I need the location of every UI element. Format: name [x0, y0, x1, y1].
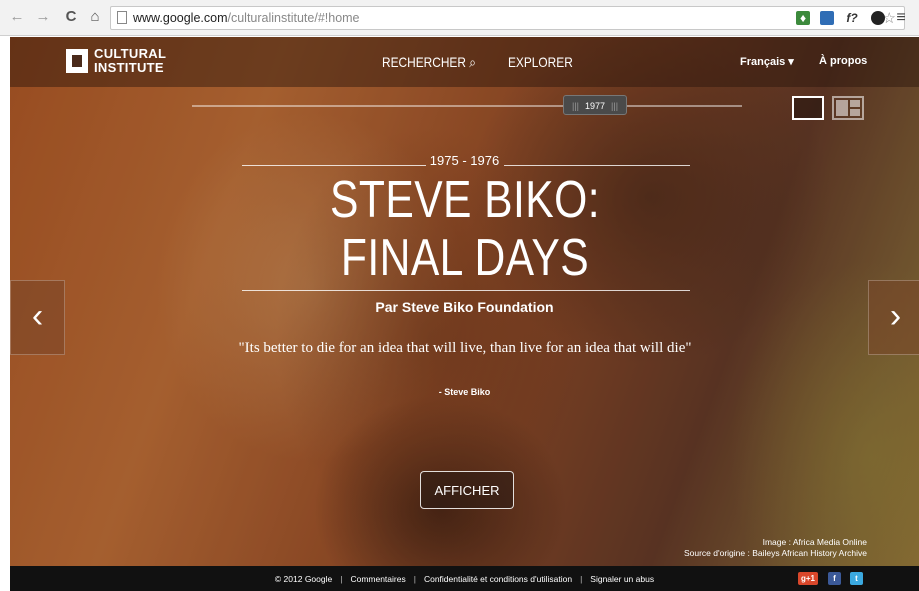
site-header: CULTURAL INSTITUTE RECHERCHER ⌕ EXPLORER… [10, 37, 919, 87]
grip-right-icon: ||| [611, 101, 619, 111]
timeline-year: 1977 [584, 101, 606, 111]
exhibit-author[interactable]: Par Steve Biko Foundation [10, 299, 919, 315]
site-footer: © 2012 Google | Commentaires | Confidentiali… [10, 566, 919, 591]
previous-exhibit-button[interactable]: ‹ [10, 280, 65, 355]
grip-left-icon: ||| [571, 101, 579, 111]
browser-toolbar: ← → C ⌂ www.google.com/culturalinstitute… [0, 0, 919, 36]
footer-links: © 2012 Google | Commentaires | Confidentiali… [274, 574, 655, 584]
exhibit-dates: 1975 - 1976 [429, 153, 500, 168]
nav-search-label: RECHERCHER [382, 54, 466, 70]
nav-explore[interactable]: EXPLORER [508, 54, 573, 70]
source-credit: Source d'origine : Baileys African Histo… [683, 548, 867, 558]
hero-exhibit: CULTURAL INSTITUTE RECHERCHER ⌕ EXPLORER… [10, 37, 919, 591]
language-dropdown[interactable]: Français ▾ [740, 55, 794, 68]
grid-view-icon[interactable] [832, 96, 864, 120]
report-abuse-link[interactable]: Signaler un abus [590, 574, 654, 584]
divider-bottom [242, 290, 690, 291]
extension-evernote-icon[interactable]: ♦ [796, 11, 810, 25]
facebook-icon[interactable]: f [828, 572, 841, 585]
timeline-year-handle[interactable]: ||| 1977 ||| [563, 95, 627, 115]
forward-icon[interactable]: → [34, 8, 52, 26]
chevron-right-icon: › [889, 297, 902, 335]
extension-circle-icon[interactable] [871, 11, 885, 25]
show-exhibit-button[interactable]: AFFICHER [420, 471, 514, 509]
single-view-icon[interactable] [792, 96, 824, 120]
quote-attribution: - Steve Biko [438, 387, 491, 397]
page-icon [117, 11, 127, 24]
cultural-institute-logo-icon[interactable] [66, 49, 88, 73]
comments-link[interactable]: Commentaires [350, 574, 405, 584]
search-icon: ⌕ [469, 54, 476, 70]
twitter-icon[interactable]: t [850, 572, 863, 585]
timeline-track[interactable] [192, 105, 742, 107]
extension-function-icon[interactable]: f? [845, 11, 859, 25]
image-credit: Image : Africa Media Online [762, 537, 867, 547]
home-icon[interactable]: ⌂ [86, 8, 104, 26]
site-logo[interactable]: CULTURAL INSTITUTE [94, 47, 166, 75]
url-host: www.google.com [133, 11, 228, 25]
privacy-link[interactable]: Confidentialité et conditions d'utilisat… [424, 574, 572, 584]
next-exhibit-button[interactable]: › [868, 280, 919, 355]
logo-line-2: INSTITUTE [94, 60, 164, 75]
extension-screen-icon[interactable] [820, 11, 834, 25]
menu-icon[interactable]: ≡ [894, 10, 908, 26]
copyright-text: © 2012 Google [274, 574, 333, 584]
chevron-left-icon: ‹ [31, 297, 44, 335]
nav-search[interactable]: RECHERCHER ⌕ [382, 54, 476, 71]
url-text[interactable]: www.google.com/culturalinstitute/#!home [133, 11, 360, 25]
back-icon[interactable]: ← [8, 8, 26, 26]
address-bar[interactable]: www.google.com/culturalinstitute/#!home … [110, 6, 905, 30]
reload-icon[interactable]: C [62, 8, 80, 26]
exhibit-title[interactable]: STEVE BIKO: FINAL DAYS [297, 171, 633, 287]
url-path: /culturalinstitute/#!home [227, 11, 360, 25]
google-plus-icon[interactable]: g+1 [798, 572, 818, 585]
logo-line-1: CULTURAL [94, 46, 167, 61]
about-link[interactable]: À propos [819, 55, 867, 67]
exhibit-quote: "Its better to die for an idea that will… [238, 340, 692, 356]
